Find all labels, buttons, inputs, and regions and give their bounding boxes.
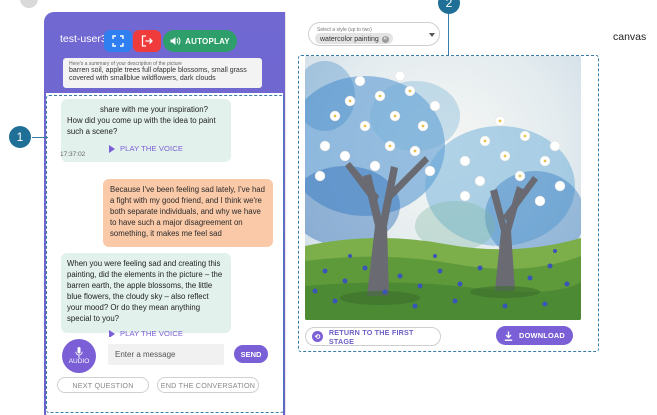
annotation-badge-2: 2 [438, 0, 460, 14]
canvas-title: canvas [613, 31, 647, 43]
logout-button[interactable] [133, 30, 161, 52]
logout-icon [141, 35, 153, 47]
app-root: test-user3 AUTOPLAY Here's a summary of … [0, 0, 657, 415]
annotation-connector [32, 137, 48, 139]
annotation-box-left [46, 95, 284, 413]
description-summary: Here's a summary of your description of … [63, 58, 262, 88]
annotation-connector [448, 8, 450, 56]
chevron-down-icon [429, 33, 435, 37]
chip-remove-icon[interactable]: ✕ [381, 35, 389, 43]
speaker-icon [170, 37, 181, 45]
annotation-box-right [298, 55, 599, 352]
avatar-circle [20, 0, 38, 8]
style-select[interactable]: Select a style (up to two) watercolor pa… [308, 22, 440, 46]
autoplay-label: AUTOPLAY [185, 36, 230, 46]
autoplay-button[interactable]: AUTOPLAY [163, 30, 237, 52]
username-label: test-user3 [60, 33, 107, 45]
annotation-badge-1: 1 [9, 126, 31, 148]
style-chip-label: watercolor painting [320, 35, 379, 43]
panel-divider [285, 12, 286, 415]
summary-text: barren soil, apple trees full ofapple bl… [69, 67, 247, 82]
fullscreen-button[interactable] [104, 30, 132, 52]
expand-icon [112, 35, 124, 47]
style-chip: watercolor painting ✕ [315, 33, 393, 44]
